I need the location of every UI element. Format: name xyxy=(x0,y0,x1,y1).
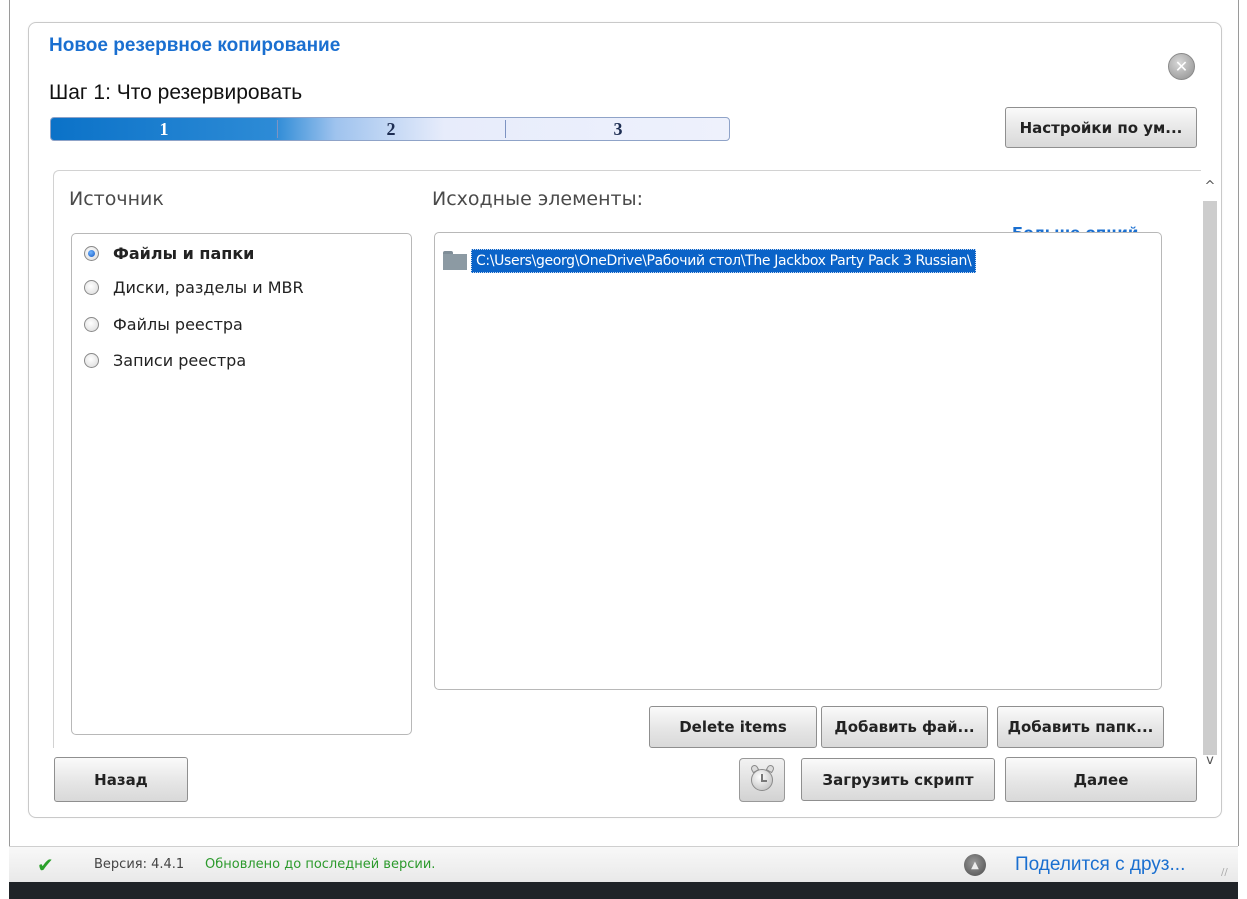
update-status-text: Обновлено до последней версии. xyxy=(205,857,436,872)
item-path[interactable]: C:\Users\georg\OneDrive\Рабочий стол\The… xyxy=(471,248,977,273)
source-option-label: Файлы реестра xyxy=(113,315,243,334)
scrollbar-thumb[interactable] xyxy=(1203,201,1217,755)
progress-step-1: 1 xyxy=(159,118,169,139)
window-left-edge xyxy=(9,0,10,846)
chevron-down-icon[interactable]: v xyxy=(1201,751,1219,769)
schedule-button[interactable] xyxy=(739,758,785,802)
share-link[interactable]: Поделится с друз... xyxy=(1015,854,1185,876)
source-items-label: Исходные элементы: xyxy=(432,188,643,210)
radio-icon[interactable] xyxy=(84,353,99,368)
status-bar: ✔ Версия: 4.4.1 Обновлено до последней в… xyxy=(9,846,1238,882)
load-script-button[interactable]: Загрузить скрипт xyxy=(801,758,995,801)
source-option-registry-entries[interactable]: Записи реестра xyxy=(84,351,246,370)
radio-checked-icon[interactable] xyxy=(84,246,99,261)
version-label: Версия: 4.4.1 xyxy=(94,857,185,872)
back-button[interactable]: Назад xyxy=(54,757,188,802)
chevron-up-icon[interactable]: ^ xyxy=(1201,177,1219,195)
source-items-list[interactable]: C:\Users\georg\OneDrive\Рабочий стол\The… xyxy=(434,232,1162,690)
add-folder-button[interactable]: Добавить папк... xyxy=(997,706,1164,748)
next-button[interactable]: Далее xyxy=(1005,757,1197,802)
source-option-disks[interactable]: Диски, разделы и MBR xyxy=(84,278,304,297)
progress-step-3: 3 xyxy=(613,118,623,139)
source-option-label: Записи реестра xyxy=(113,351,247,370)
step-progress-bar: 1 2 3 xyxy=(50,117,730,141)
default-settings-button[interactable]: Настройки по ум... xyxy=(1005,107,1197,148)
content-scrollbar[interactable]: ^ v xyxy=(1201,173,1219,771)
progress-step-2: 2 xyxy=(386,118,396,139)
add-file-button[interactable]: Добавить фай... xyxy=(821,706,988,748)
delete-items-button[interactable]: Delete items xyxy=(649,706,817,748)
source-options-box: Файлы и папки Диски, разделы и MBR Файлы… xyxy=(71,233,412,735)
resize-grip-icon[interactable]: // xyxy=(1221,867,1228,878)
backup-dialog: Новое резервное копирование Шаг 1: Что р… xyxy=(28,22,1222,818)
source-option-registry-files[interactable]: Файлы реестра xyxy=(84,315,243,334)
window-right-edge xyxy=(1238,0,1239,846)
radio-icon[interactable] xyxy=(84,280,99,295)
close-icon[interactable]: ✕ xyxy=(1168,53,1195,80)
checkmark-icon: ✔ xyxy=(37,853,54,877)
step-title: Шаг 1: Что резервировать xyxy=(49,81,303,104)
source-option-files-folders[interactable]: Файлы и папки xyxy=(84,244,254,263)
source-option-label: Диски, разделы и MBR xyxy=(113,278,304,297)
source-label: Источник xyxy=(69,188,164,210)
dialog-title: Новое резервное копирование xyxy=(49,35,341,56)
folder-icon xyxy=(443,251,467,270)
alarm-clock-icon xyxy=(751,769,773,791)
taskbar-strip xyxy=(9,882,1238,899)
source-option-label: Файлы и папки xyxy=(113,244,255,263)
list-item[interactable]: C:\Users\georg\OneDrive\Рабочий стол\The… xyxy=(443,248,977,273)
radio-icon[interactable] xyxy=(84,317,99,332)
share-icon[interactable]: ▲ xyxy=(964,854,986,876)
